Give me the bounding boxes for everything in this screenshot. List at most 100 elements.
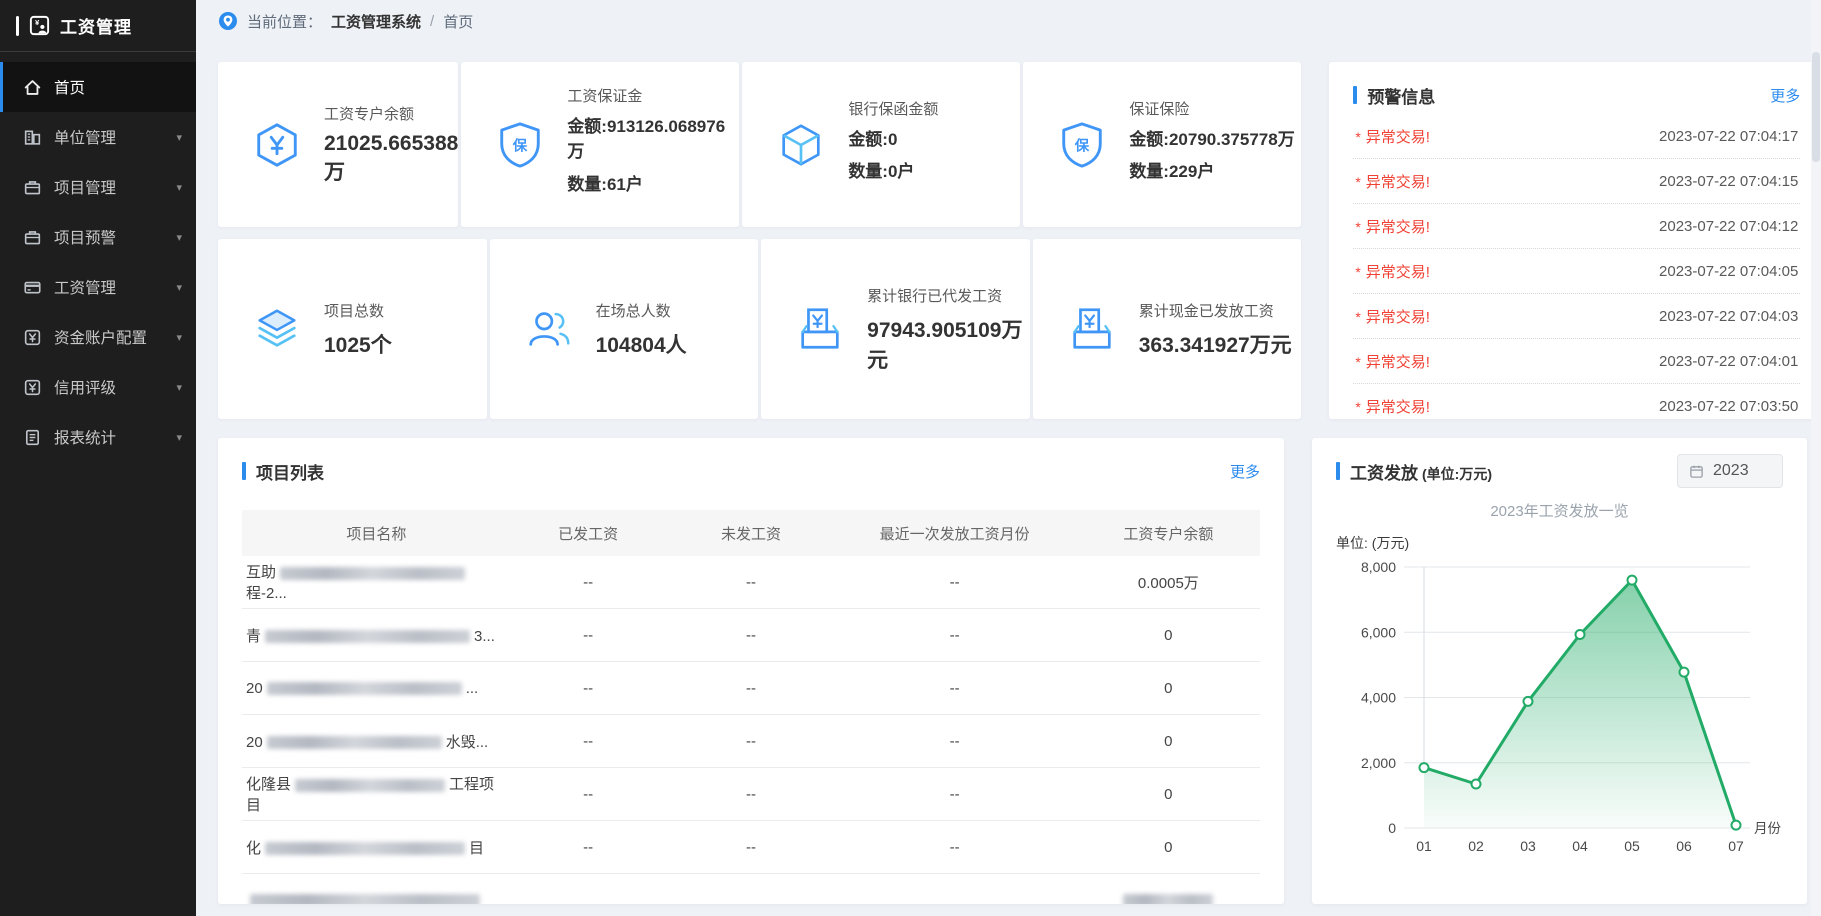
chart-title-unit: (单位:万元)	[1422, 466, 1492, 482]
sidebar-item-salary[interactable]: 工资管理 ▾	[0, 262, 196, 312]
sidebar-item-label: 工资管理	[54, 276, 116, 298]
svg-text:6,000: 6,000	[1361, 624, 1396, 640]
svg-text:月份: 月份	[1754, 821, 1782, 836]
year-picker[interactable]: 2023	[1677, 454, 1783, 488]
col-account-balance: 工资专户余额	[1077, 523, 1260, 544]
alert-text: 异常交易!	[1366, 174, 1430, 191]
alert-timestamp: 2023-07-22 07:03:50	[1659, 398, 1798, 415]
stat-value: 97943.905109万元	[867, 314, 1030, 374]
stat-icon	[1067, 304, 1119, 354]
svg-text:0: 0	[1388, 820, 1396, 836]
paid-salary-cell: --	[507, 733, 670, 750]
last-pay-month-cell: --	[832, 839, 1076, 856]
unpaid-salary-cell: --	[670, 574, 833, 591]
alert-timestamp: 2023-07-22 07:04:15	[1659, 173, 1798, 190]
last-pay-month-cell: --	[832, 627, 1076, 644]
alert-row[interactable]: *异常交易! 2023-07-22 07:03:50	[1353, 384, 1800, 419]
project-name-cell	[242, 892, 507, 905]
stat-card: 在场总人数 104804人	[490, 239, 759, 419]
alert-timestamp: 2023-07-22 07:04:17	[1659, 128, 1798, 145]
table-row[interactable]	[242, 874, 1260, 904]
table-body: 互助程-2... -- -- -- 0.0005万 青3... -- -- --	[242, 556, 1260, 904]
alert-timestamp: 2023-07-22 07:04:01	[1659, 353, 1798, 370]
account-balance-cell	[1077, 892, 1260, 905]
table-row[interactable]: 互助程-2... -- -- -- 0.0005万	[242, 556, 1260, 609]
stat-values: 97943.905109万元	[867, 314, 1030, 374]
stat-cards-row-1: 工资专户余额 21025.665388万 保 工资保证金 金额:913126.0…	[218, 62, 1301, 227]
table-row[interactable]: 化目 -- -- -- 0	[242, 821, 1260, 874]
alert-row[interactable]: *异常交易! 2023-07-22 07:04:15	[1353, 159, 1800, 204]
logo-bar	[16, 16, 19, 36]
unpaid-salary-cell: --	[670, 680, 833, 697]
chart-title: 工资发放	[1350, 464, 1418, 483]
censored-text	[267, 682, 462, 695]
project-name-cell: 化隆县工程项目	[242, 773, 507, 815]
stat-values: 金额:913126.068976万数量:61户	[567, 114, 739, 198]
sidebar-item-home[interactable]: 首页 ▾	[0, 62, 196, 112]
alert-star-icon: *	[1355, 129, 1360, 145]
alert-row[interactable]: *异常交易! 2023-07-22 07:04:17	[1353, 114, 1800, 159]
svg-text:06: 06	[1676, 838, 1692, 854]
sidebar-item-label: 信用评级	[54, 376, 116, 398]
stat-value: 1025个	[324, 329, 392, 359]
projects-more-link[interactable]: 更多	[1230, 461, 1260, 482]
svg-text:05: 05	[1624, 838, 1640, 854]
table-row[interactable]: 20水毁... -- -- -- 0	[242, 715, 1260, 768]
nav-icon	[22, 427, 42, 447]
scrollbar-thumb[interactable]	[1812, 52, 1820, 162]
chart-unit-label: 单位: (万元)	[1336, 533, 1783, 553]
sidebar-item-credit-rating[interactable]: 信用评级 ▾	[0, 362, 196, 412]
sidebar-item-project-alert[interactable]: 项目预警 ▾	[0, 212, 196, 262]
stat-card: 累计现金已发放工资 363.341927万元	[1033, 239, 1302, 419]
account-balance-cell: 0	[1077, 627, 1260, 644]
alert-text: 异常交易!	[1366, 219, 1430, 236]
svg-text:02: 02	[1468, 838, 1484, 854]
nav-icon	[22, 277, 42, 297]
alert-star-icon: *	[1355, 264, 1360, 280]
year-value: 2023	[1713, 462, 1749, 480]
nav-icon	[22, 377, 42, 397]
censored-text	[295, 779, 445, 792]
breadcrumb-separator: /	[430, 13, 434, 30]
location-pin-icon	[218, 11, 238, 31]
last-pay-month-cell: --	[832, 680, 1076, 697]
stat-values: 金额:20790.375778万数量:229户	[1129, 127, 1301, 185]
breadcrumb-current[interactable]: 首页	[443, 11, 473, 32]
sidebar-item-reports[interactable]: 报表统计 ▾	[0, 412, 196, 462]
panel-accent-bar	[1336, 462, 1340, 480]
sidebar-item-projects[interactable]: 项目管理 ▾	[0, 162, 196, 212]
svg-text:03: 03	[1520, 838, 1536, 854]
table-row[interactable]: 化隆县工程项目 -- -- -- 0	[242, 768, 1260, 821]
table-row[interactable]: 青3... -- -- -- 0	[242, 609, 1260, 662]
alerts-more-link[interactable]: 更多	[1770, 85, 1800, 106]
paid-salary-cell: --	[507, 574, 670, 591]
censored-text	[265, 630, 470, 643]
stat-value: 金额:913126.068976万	[567, 114, 739, 165]
alert-row[interactable]: *异常交易! 2023-07-22 07:04:01	[1353, 339, 1800, 384]
unpaid-salary-cell: --	[670, 733, 833, 750]
alert-text: 异常交易!	[1366, 399, 1430, 416]
svg-text:04: 04	[1572, 838, 1588, 854]
stat-value: 金额:20790.375778万	[1129, 127, 1301, 153]
chevron-down-icon: ▾	[176, 131, 182, 144]
calendar-icon	[1689, 464, 1704, 479]
alert-list: *异常交易! 2023-07-22 07:04:17 *异常交易! 2023-0…	[1353, 114, 1800, 419]
col-unpaid-salary: 未发工资	[670, 523, 833, 544]
sidebar-item-fund-account[interactable]: 资金账户配置 ▾	[0, 312, 196, 362]
nav-icon	[22, 227, 42, 247]
paid-salary-cell: --	[507, 839, 670, 856]
project-name-cell: 化目	[242, 837, 507, 858]
alert-row[interactable]: *异常交易! 2023-07-22 07:04:05	[1353, 249, 1800, 294]
col-project-name: 项目名称	[242, 523, 507, 544]
svg-text:保: 保	[1074, 136, 1090, 154]
last-pay-month-cell: --	[832, 574, 1076, 591]
sidebar: ¥ 工资管理 首页 ▾ 单位管理 ▾ 项目管理 ▾ 项目预警 ▾	[0, 0, 196, 916]
projects-table: 项目名称 已发工资 未发工资 最近一次发放工资月份 工资专户余额 互助程-2..…	[242, 510, 1260, 904]
table-row[interactable]: 20... -- -- -- 0	[242, 662, 1260, 715]
sidebar-item-units[interactable]: 单位管理 ▾	[0, 112, 196, 162]
breadcrumb-root[interactable]: 工资管理系统	[331, 11, 421, 32]
alert-row[interactable]: *异常交易! 2023-07-22 07:04:12	[1353, 204, 1800, 249]
stat-label: 项目总数	[324, 300, 392, 321]
alert-row[interactable]: *异常交易! 2023-07-22 07:04:03	[1353, 294, 1800, 339]
stat-label: 在场总人数	[596, 300, 687, 321]
